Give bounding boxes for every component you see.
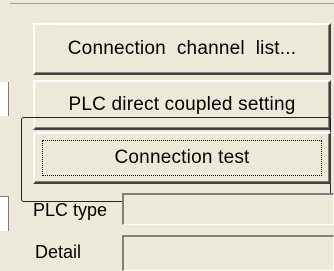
connection-test-label: Connection test — [114, 147, 250, 168]
plc-direct-coupled-setting-label: PLC direct coupled setting — [68, 94, 296, 115]
connection-test-button[interactable]: Connection test — [33, 132, 331, 184]
connection-channel-list-label: Connection channel list... — [67, 38, 297, 59]
detail-field — [122, 235, 334, 271]
left-panel-edge-bottom — [0, 196, 9, 231]
connection-channel-list-button[interactable]: Connection channel list... — [33, 23, 331, 75]
plc-type-label: PLC type — [33, 200, 108, 220]
left-panel-edge-top — [0, 82, 9, 116]
connection-test-focus-ring: Connection test — [42, 140, 322, 176]
plc-type-field — [122, 193, 334, 225]
detail-label: Detail — [35, 242, 82, 262]
window-top-border — [10, 3, 334, 4]
